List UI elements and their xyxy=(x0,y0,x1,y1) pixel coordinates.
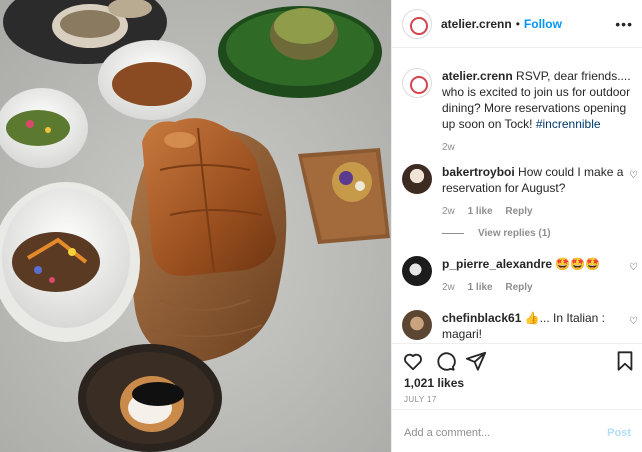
caption-username[interactable]: atelier.crenn xyxy=(442,69,513,83)
reply-button[interactable]: Reply xyxy=(505,206,532,217)
add-comment-bar: Add a comment... Post xyxy=(392,409,642,452)
comment-username[interactable]: chefinblack61 xyxy=(442,311,521,325)
comment-like-heart-icon[interactable]: ♡ xyxy=(629,170,638,181)
author-avatar[interactable] xyxy=(402,8,432,39)
comment-time[interactable]: 2w xyxy=(442,206,455,217)
comment-like-heart-icon[interactable]: ♡ xyxy=(629,316,638,327)
bookmark-icon[interactable] xyxy=(614,350,636,372)
add-comment-input[interactable]: Add a comment... xyxy=(404,427,490,439)
commenter-avatar[interactable] xyxy=(402,310,432,340)
comment-likes[interactable]: 1 like xyxy=(468,282,493,293)
comments-list[interactable]: atelier.crenn RSVP, dear friends.... who… xyxy=(392,48,642,343)
more-options-icon[interactable]: ••• xyxy=(615,16,633,32)
separator-dot: • xyxy=(515,16,520,31)
heart-icon[interactable] xyxy=(402,350,424,372)
comment-item: p_pierre_alexandre 🤩🤩🤩 2w 1 like Reply ♡ xyxy=(402,256,638,296)
caption: atelier.crenn RSVP, dear friends.... who… xyxy=(402,68,638,156)
caption-avatar[interactable] xyxy=(402,68,432,98)
follow-button[interactable]: Follow xyxy=(524,17,562,31)
caption-body: atelier.crenn RSVP, dear friends.... who… xyxy=(442,68,638,156)
share-icon[interactable] xyxy=(465,350,487,372)
comment-icon[interactable] xyxy=(434,350,456,372)
post-header: atelier.crenn • Follow ••• xyxy=(392,0,642,48)
caption-hashtag[interactable]: #incrennible xyxy=(536,117,601,131)
reply-button[interactable]: Reply xyxy=(505,282,532,293)
commenter-avatar[interactable] xyxy=(402,164,432,194)
comment-body: chefinblack61 👍... In Italian : magari! xyxy=(442,310,638,342)
comment-username[interactable]: p_pierre_alexandre xyxy=(442,257,552,271)
comment-body: bakertroyboi How could I make a reservat… xyxy=(442,164,638,220)
comment-item: chefinblack61 👍... In Italian : magari! … xyxy=(402,310,638,342)
caption-time[interactable]: 2w xyxy=(442,142,455,153)
post-photo[interactable] xyxy=(0,0,391,452)
food-photo-illustration xyxy=(0,0,391,452)
replies-divider xyxy=(442,233,464,234)
commenter-avatar[interactable] xyxy=(402,256,432,286)
author-username[interactable]: atelier.crenn xyxy=(441,17,512,31)
caption-meta: 2w xyxy=(442,140,638,156)
view-replies-button[interactable]: View replies (1) xyxy=(442,228,551,239)
comment-meta: 2w 1 like Reply xyxy=(442,280,638,296)
comment-text: 🤩🤩🤩 xyxy=(552,257,601,271)
post-date[interactable]: JULY 17 xyxy=(404,395,437,404)
comment-likes[interactable]: 1 like xyxy=(468,206,493,217)
comment-username[interactable]: bakertroyboi xyxy=(442,165,515,179)
comment-item: bakertroyboi How could I make a reservat… xyxy=(402,164,638,220)
comment-time[interactable]: 2w xyxy=(442,282,455,293)
likes-count[interactable]: 1,021 likes xyxy=(404,376,464,390)
post-comment-button[interactable]: Post xyxy=(607,427,631,439)
post-actions: 1,021 likes JULY 17 xyxy=(392,343,642,409)
post-sidebar: atelier.crenn • Follow ••• atelier.crenn… xyxy=(391,0,642,452)
comment-like-heart-icon[interactable]: ♡ xyxy=(629,262,638,273)
view-replies-label: View replies (1) xyxy=(478,228,551,239)
comment-body: p_pierre_alexandre 🤩🤩🤩 2w 1 like Reply xyxy=(442,256,638,296)
comment-meta: 2w 1 like Reply xyxy=(442,204,638,220)
